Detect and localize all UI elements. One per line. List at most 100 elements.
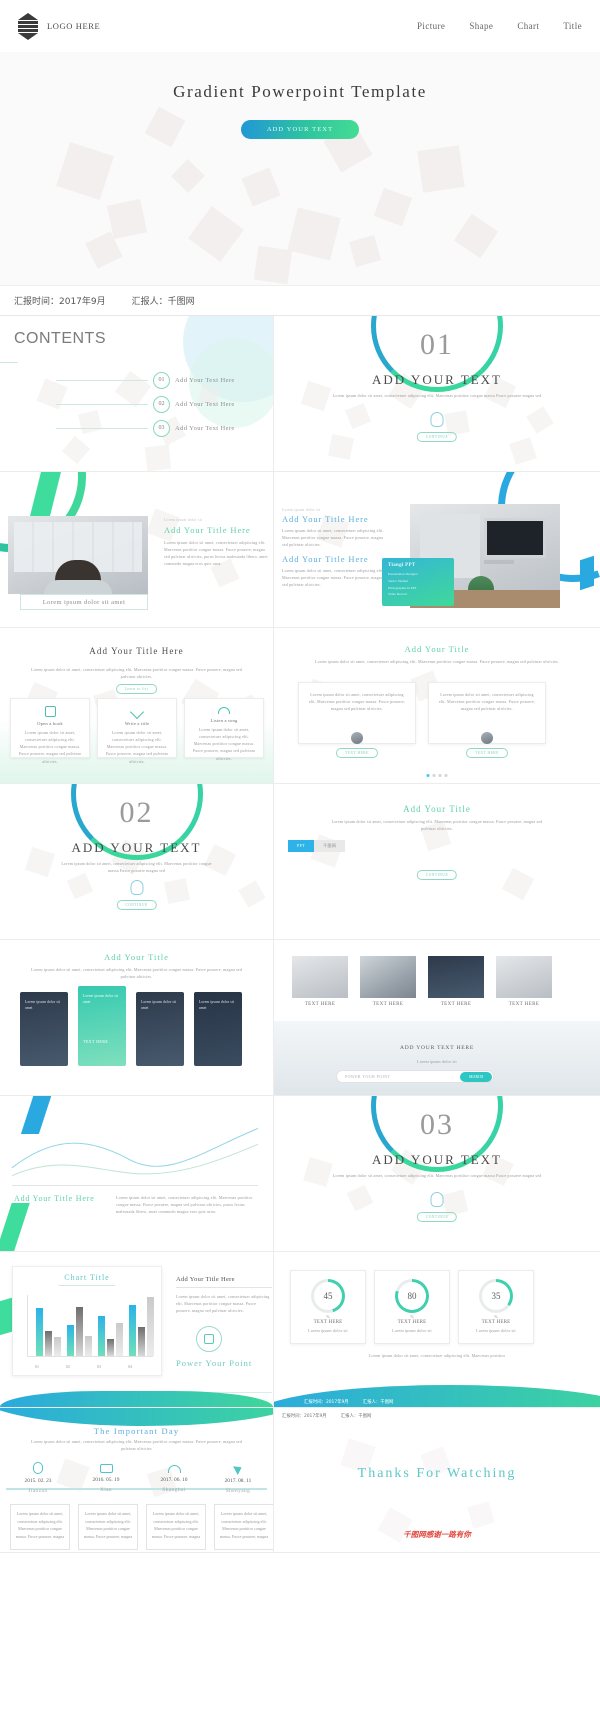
bar-s3-c4 [147, 1297, 154, 1356]
poster-4-label: Lorem ipsum dolor sit amet [199, 1000, 235, 1011]
thanks-meta-bar: 汇报时间：2017年9月 汇报人：千图网 [282, 1413, 371, 1419]
profile-body-1: Lorem ipsum dolor sit amet, consectetuer… [282, 527, 384, 547]
hero-cta-button[interactable]: ADD YOUR TEXT [241, 120, 359, 139]
three-cards-pill[interactable]: Learn to list [115, 684, 158, 694]
cover-title: ADD YOUR TEXT [372, 372, 502, 387]
chart-xtick-3: 03 [97, 1364, 101, 1369]
report-meta-bar: 汇报时间：2017年9月 汇报人：千图网 [0, 286, 600, 316]
timeline-date-2: 2016. 05. 19 [92, 1477, 120, 1483]
logo[interactable]: LOGO HERE [18, 13, 100, 40]
person-card-1-pill[interactable]: TEXT HERE [336, 748, 378, 758]
timeline-card-3-text: Lorem ipsum dolor sit amet, consectetuer… [151, 1511, 201, 1539]
gallery-photo-4[interactable] [496, 956, 552, 998]
slide-section-cover-02[interactable]: 02 ADD YOUR TEXT Lorem ipsum dolor sit a… [0, 784, 274, 940]
slide-bar-chart[interactable]: Chart Title 01 02 03 04 Add Your Title H… [0, 1252, 274, 1408]
slide-photo-text[interactable]: Lorem ipsum dolor sit amet Lorem ipsum d… [0, 472, 274, 628]
book-icon [204, 1334, 214, 1344]
bar-s1-c1 [36, 1308, 43, 1356]
tab-slide-title: Add Your Title [403, 804, 471, 814]
nav-link-chart[interactable]: Chart [517, 21, 539, 31]
poster-2[interactable]: Lorem ipsum dolor sit amet TEXT HERE [78, 986, 126, 1066]
feature-card-1-body: Lorem ipsum dolor sit amet, consectetuer… [18, 730, 82, 764]
cover-continue-pill[interactable]: CONTINUE [416, 432, 458, 442]
decor-green-slash [0, 1203, 30, 1251]
row-label: Add Your Text Here [175, 400, 235, 408]
donut-card-2[interactable]: 80 % TEXT HERE Lorem ipsum dolor sit [374, 1270, 450, 1344]
bar-s3-c1 [54, 1337, 61, 1356]
thanks-title: Thanks For Watching [357, 1466, 517, 1481]
donut-card-3[interactable]: 35 % TEXT HERE Lorem ipsum dolor sit [458, 1270, 534, 1344]
decor-bottom-wave [0, 1391, 273, 1407]
bar-s1-c3 [98, 1316, 105, 1356]
timeline-card-2[interactable]: Lorem ipsum dolor sit amet, consectetuer… [78, 1504, 138, 1550]
donut-2: 80 [395, 1279, 429, 1313]
donut-report-person: 汇报人：千图网 [362, 1400, 394, 1405]
feature-card-2[interactable]: Write a title Lorem ipsum dolor sit amet… [97, 698, 177, 764]
cover-continue-pill[interactable]: CONTINUE [116, 900, 157, 910]
timeline-card-3[interactable]: Lorem ipsum dolor sit amet, consectetuer… [146, 1504, 206, 1550]
report-date: 汇报时间：2017年9月 [14, 297, 106, 307]
slide-line-chart[interactable]: Add Your Title Here Lorem ipsum dolor si… [0, 1096, 274, 1252]
avatar [481, 732, 493, 744]
bar-group-3 [98, 1316, 123, 1356]
carousel-dots[interactable] [426, 774, 448, 777]
tab-item-2[interactable]: 千图网 [314, 840, 346, 852]
chart-circle-icon-wrap [196, 1326, 222, 1352]
profile-info-card[interactable]: Tiangi PPT Presentation Designer Senior … [382, 558, 454, 606]
bar-group-4 [129, 1297, 154, 1356]
poster-4[interactable]: Lorem ipsum dolor sit amet [194, 992, 242, 1066]
poster-3[interactable]: Lorem ipsum dolor sit amet [136, 992, 184, 1066]
three-cards-body: Lorem ipsum dolor sit amet, consectetuer… [31, 667, 242, 680]
slide-four-posters[interactable]: Add Your Title Lorem ipsum dolor sit ame… [0, 940, 274, 1096]
poster-1[interactable]: Lorem ipsum dolor sit amet [20, 992, 68, 1066]
photo-title: Add Your Title Here [164, 525, 251, 535]
timeline-city-4: Shenyang [225, 1488, 251, 1494]
tab-slide-pill[interactable]: CONTINUE [416, 870, 458, 880]
cover-continue-pill[interactable]: CONTINUE [416, 1212, 458, 1222]
feature-card-1[interactable]: Open a book Lorem ipsum dolor sit amet, … [10, 698, 90, 764]
chart-title: Chart Title [64, 1273, 110, 1282]
line-chart-title: Add Your Title Here [14, 1194, 95, 1203]
timeline-card-4[interactable]: Lorem ipsum dolor sit amet, consectetuer… [214, 1504, 273, 1550]
fingerprint-icon [430, 412, 444, 427]
logo-diamond-icon [18, 13, 38, 40]
gallery-photo-1[interactable] [292, 956, 348, 998]
donut-3-body: Lorem ipsum dolor sit [476, 1328, 516, 1333]
photo-thumbnail[interactable] [8, 516, 148, 594]
slide-profile-card[interactable]: Lorem ipsum dolor sit Add Your Title Her… [274, 472, 600, 628]
tab-item-1[interactable]: PPT [288, 840, 315, 852]
slide-tab-content[interactable]: Add Your Title Lorem ipsum dolor sit ame… [274, 784, 600, 940]
gallery-label-4: TEXT HERE [508, 1002, 540, 1007]
donut-2-body: Lorem ipsum dolor sit [392, 1328, 432, 1333]
nav-link-shape[interactable]: Shape [469, 21, 493, 31]
slide-three-feature-cards[interactable]: Add Your Title Here Lorem ipsum dolor si… [0, 628, 274, 784]
gallery-search-input[interactable]: POWER YOUR POINT [337, 1074, 460, 1079]
donut-3: 35 [479, 1279, 513, 1313]
person-card-2-pill[interactable]: TEXT HERE [466, 748, 508, 758]
timeline-card-1[interactable]: Lorem ipsum dolor sit amet, consectetuer… [10, 1504, 70, 1550]
contents-row-2[interactable]: 02 Add Your Text Here [56, 392, 271, 416]
slide-section-cover-01[interactable]: 01 ADD YOUR TEXT Lorem ipsum dolor sit a… [274, 316, 600, 472]
slide-donut-stats[interactable]: 45 % TEXT HERE Lorem ipsum dolor sit 80 … [274, 1252, 600, 1408]
contents-row-3[interactable]: 03 Add Your Text Here [56, 416, 271, 440]
nav-link-title[interactable]: Title [563, 21, 582, 31]
nav-link-picture[interactable]: Picture [417, 21, 445, 31]
slide-gallery[interactable]: TEXT HERE TEXT HERE TEXT HERE TEXT HERE … [274, 940, 600, 1096]
feature-card-3-label: Listen a song [210, 718, 238, 723]
bar-s2-c4 [138, 1327, 145, 1356]
gallery-banner-title: ADD YOUR TEXT HERE [399, 1045, 475, 1051]
donut-card-1[interactable]: 45 % TEXT HERE Lorem ipsum dolor sit [290, 1270, 366, 1344]
gallery-search-button[interactable]: SEARCH [459, 1071, 492, 1082]
poster-2-label: Lorem ipsum dolor sit amet [83, 994, 119, 1005]
contents-row-1[interactable]: 01 Add Your Text Here [56, 368, 271, 392]
slide-thanks[interactable]: 汇报时间：2017年9月 汇报人：千图网 Thanks For Watching… [274, 1408, 600, 1553]
feature-card-3[interactable]: Listen a song Lorem ipsum dolor sit amet… [184, 698, 264, 761]
gallery-photo-3[interactable] [428, 956, 484, 998]
slide-contents[interactable]: CONTENTS 01 Add Your Text Here 02 Add Yo… [0, 316, 274, 472]
donut-3-unit: % [494, 1314, 498, 1319]
slide-timeline[interactable]: The Important Day Lorem ipsum dolor sit … [0, 1408, 274, 1553]
gallery-photo-2[interactable] [360, 956, 416, 998]
slide-section-cover-03[interactable]: 03 ADD YOUR TEXT Lorem ipsum dolor sit a… [274, 1096, 600, 1252]
timeline-date-1: 2015. 02. 23 [24, 1478, 52, 1484]
slide-two-profile-cards[interactable]: Add Your Title Lorem ipsum dolor sit ame… [274, 628, 600, 784]
